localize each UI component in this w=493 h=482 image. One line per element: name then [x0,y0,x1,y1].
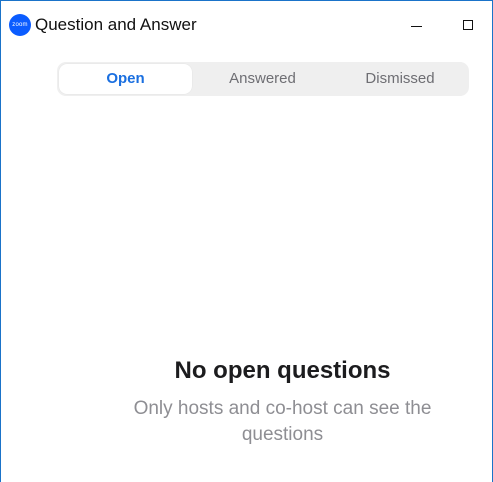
tab-open[interactable]: Open [59,64,192,94]
maximize-button[interactable] [447,9,487,39]
tab-answered[interactable]: Answered [195,64,330,94]
minimize-icon [411,26,422,27]
tab-dismissed[interactable]: Dismissed [333,64,467,94]
maximize-icon [463,20,473,30]
zoom-logo-icon: zoom [9,14,31,36]
qa-window: zoom Question and Answer Open Answered D… [0,0,493,482]
window-title: Question and Answer [35,15,197,34]
minimize-button[interactable] [397,9,437,39]
empty-state-title: No open questions [174,357,391,384]
empty-state-description: Only hosts and co-host can see the quest… [133,398,432,445]
qa-tabs: Open Answered Dismissed [57,62,469,96]
title-bar[interactable]: zoom Question and Answer [1,1,492,45]
